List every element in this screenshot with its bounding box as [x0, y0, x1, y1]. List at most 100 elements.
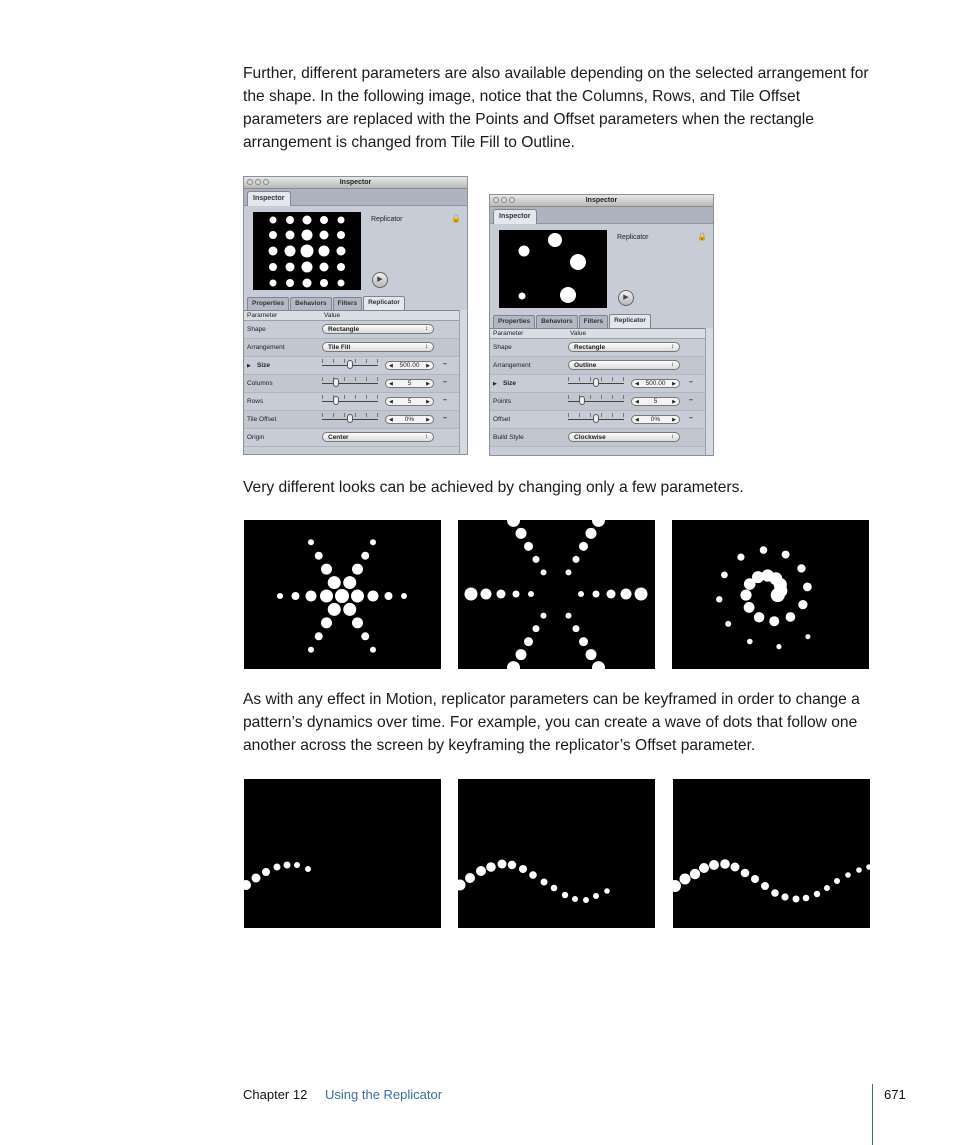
parameter-slider[interactable] [568, 378, 624, 387]
dot [302, 278, 312, 288]
dot [716, 596, 723, 603]
zoom-button[interactable] [509, 197, 515, 203]
tab-replicator[interactable]: Replicator [609, 314, 651, 328]
slider-knob[interactable] [593, 414, 599, 423]
decrement-arrow-icon[interactable]: ◀ [389, 416, 393, 424]
stepper-value[interactable]: 500.00 [400, 362, 420, 369]
parameter-slider[interactable] [322, 360, 378, 369]
zoom-button[interactable] [263, 179, 269, 185]
parameter-slider[interactable] [322, 396, 378, 405]
dot [337, 231, 345, 239]
decrement-arrow-icon[interactable]: ◀ [389, 398, 393, 406]
value-stepper[interactable]: ◀ 5 ▶ [385, 379, 434, 388]
window-titlebar: Inspector [244, 177, 467, 189]
tick-mark [344, 359, 345, 363]
dot [251, 873, 261, 883]
parameter-slider[interactable] [322, 414, 378, 423]
decrement-arrow-icon[interactable]: ◀ [635, 380, 639, 388]
slider-knob[interactable] [333, 378, 339, 387]
parameter-slider[interactable] [568, 396, 624, 405]
tab-properties[interactable]: Properties [493, 315, 536, 328]
increment-arrow-icon[interactable]: ▶ [672, 398, 676, 406]
parameter-label[interactable]: Size [257, 362, 270, 369]
slider-knob[interactable] [347, 360, 353, 369]
scrollbar[interactable] [459, 310, 467, 454]
keyframe-button[interactable]: – [443, 397, 447, 404]
tab-inspector[interactable]: Inspector [493, 209, 537, 224]
increment-arrow-icon[interactable]: ▶ [426, 398, 430, 406]
value-stepper[interactable]: ◀ 500.00 ▶ [385, 361, 434, 370]
keyframe-button[interactable]: – [443, 379, 447, 386]
keyframe-button[interactable]: – [443, 415, 447, 422]
play-icon[interactable]: ▶ [372, 272, 388, 288]
slider-knob[interactable] [593, 378, 599, 387]
parameter-popup[interactable]: Outline ↕ [568, 360, 680, 370]
close-button[interactable] [493, 197, 499, 203]
tab-behaviors[interactable]: Behaviors [290, 297, 332, 310]
tick-mark [612, 413, 613, 417]
minimize-button[interactable] [501, 197, 507, 203]
increment-arrow-icon[interactable]: ▶ [426, 362, 430, 370]
tab-filters[interactable]: Filters [332, 297, 363, 310]
stepper-value[interactable]: 5 [408, 398, 412, 405]
dot [519, 865, 527, 873]
tab-replicator[interactable]: Replicator [363, 296, 405, 310]
slider-knob[interactable] [333, 396, 339, 405]
disclosure-triangle-icon[interactable]: ▶ [247, 363, 251, 369]
increment-arrow-icon[interactable]: ▶ [426, 380, 430, 388]
stepper-value[interactable]: 500.00 [646, 380, 666, 387]
value-stepper[interactable]: ◀ 5 ▶ [631, 397, 680, 406]
column-parameter: Parameter [247, 312, 278, 319]
value-stepper[interactable]: ◀ 0% ▶ [631, 415, 680, 424]
decrement-arrow-icon[interactable]: ◀ [389, 362, 393, 370]
updown-arrows-icon: ↕ [425, 326, 428, 332]
stepper-value[interactable]: 0% [651, 416, 660, 423]
tab-properties[interactable]: Properties [247, 297, 290, 310]
tab-filters[interactable]: Filters [578, 315, 609, 328]
parameter-slider[interactable] [322, 378, 378, 387]
stepper-value[interactable]: 5 [654, 398, 658, 405]
parameter-popup[interactable]: Rectangle ↕ [322, 324, 434, 334]
dot [314, 632, 323, 641]
parameter-popup[interactable]: Tile Fill ↕ [322, 342, 434, 352]
tab-inspector[interactable]: Inspector [247, 191, 291, 206]
decrement-arrow-icon[interactable]: ◀ [389, 380, 393, 388]
parameter-slider[interactable] [568, 414, 624, 423]
stepper-value[interactable]: 0% [405, 416, 414, 423]
parameter-label[interactable]: Size [503, 380, 516, 387]
lock-icon[interactable]: 🔒 [451, 214, 461, 223]
slider-knob[interactable] [579, 396, 585, 405]
parameter-popup[interactable]: Rectangle ↕ [568, 342, 680, 352]
keyframe-button[interactable]: – [689, 397, 693, 404]
keyframe-button[interactable]: – [689, 379, 693, 386]
slider-knob[interactable] [347, 414, 353, 423]
minimize-button[interactable] [255, 179, 261, 185]
scrollbar[interactable] [705, 328, 713, 455]
dot [570, 254, 586, 270]
object-name: Replicator [371, 216, 403, 223]
keyframe-button[interactable]: – [443, 361, 447, 368]
decrement-arrow-icon[interactable]: ◀ [635, 416, 639, 424]
tick-mark [623, 395, 624, 399]
increment-arrow-icon[interactable]: ▶ [672, 380, 676, 388]
disclosure-triangle-icon[interactable]: ▶ [493, 381, 497, 387]
play-icon[interactable]: ▶ [618, 290, 634, 306]
keyframe-button[interactable]: – [689, 415, 693, 422]
decrement-arrow-icon[interactable]: ◀ [635, 398, 639, 406]
increment-arrow-icon[interactable]: ▶ [426, 416, 430, 424]
parameter-popup[interactable]: Clockwise ↕ [568, 432, 680, 442]
lock-icon[interactable]: 🔒 [697, 232, 707, 241]
tab-behaviors[interactable]: Behaviors [536, 315, 578, 328]
dot [592, 661, 605, 669]
value-stepper[interactable]: ◀ 0% ▶ [385, 415, 434, 424]
footer-chapter-title[interactable]: Using the Replicator [325, 1087, 442, 1102]
value-stepper[interactable]: ◀ 5 ▶ [385, 397, 434, 406]
value-stepper[interactable]: ◀ 500.00 ▶ [631, 379, 680, 388]
increment-arrow-icon[interactable]: ▶ [672, 416, 676, 424]
close-button[interactable] [247, 179, 253, 185]
parameter-popup[interactable]: Center ↕ [322, 432, 434, 442]
stepper-value[interactable]: 5 [408, 380, 412, 387]
dot [305, 866, 311, 872]
dot [518, 245, 530, 257]
tick-mark [601, 377, 602, 381]
